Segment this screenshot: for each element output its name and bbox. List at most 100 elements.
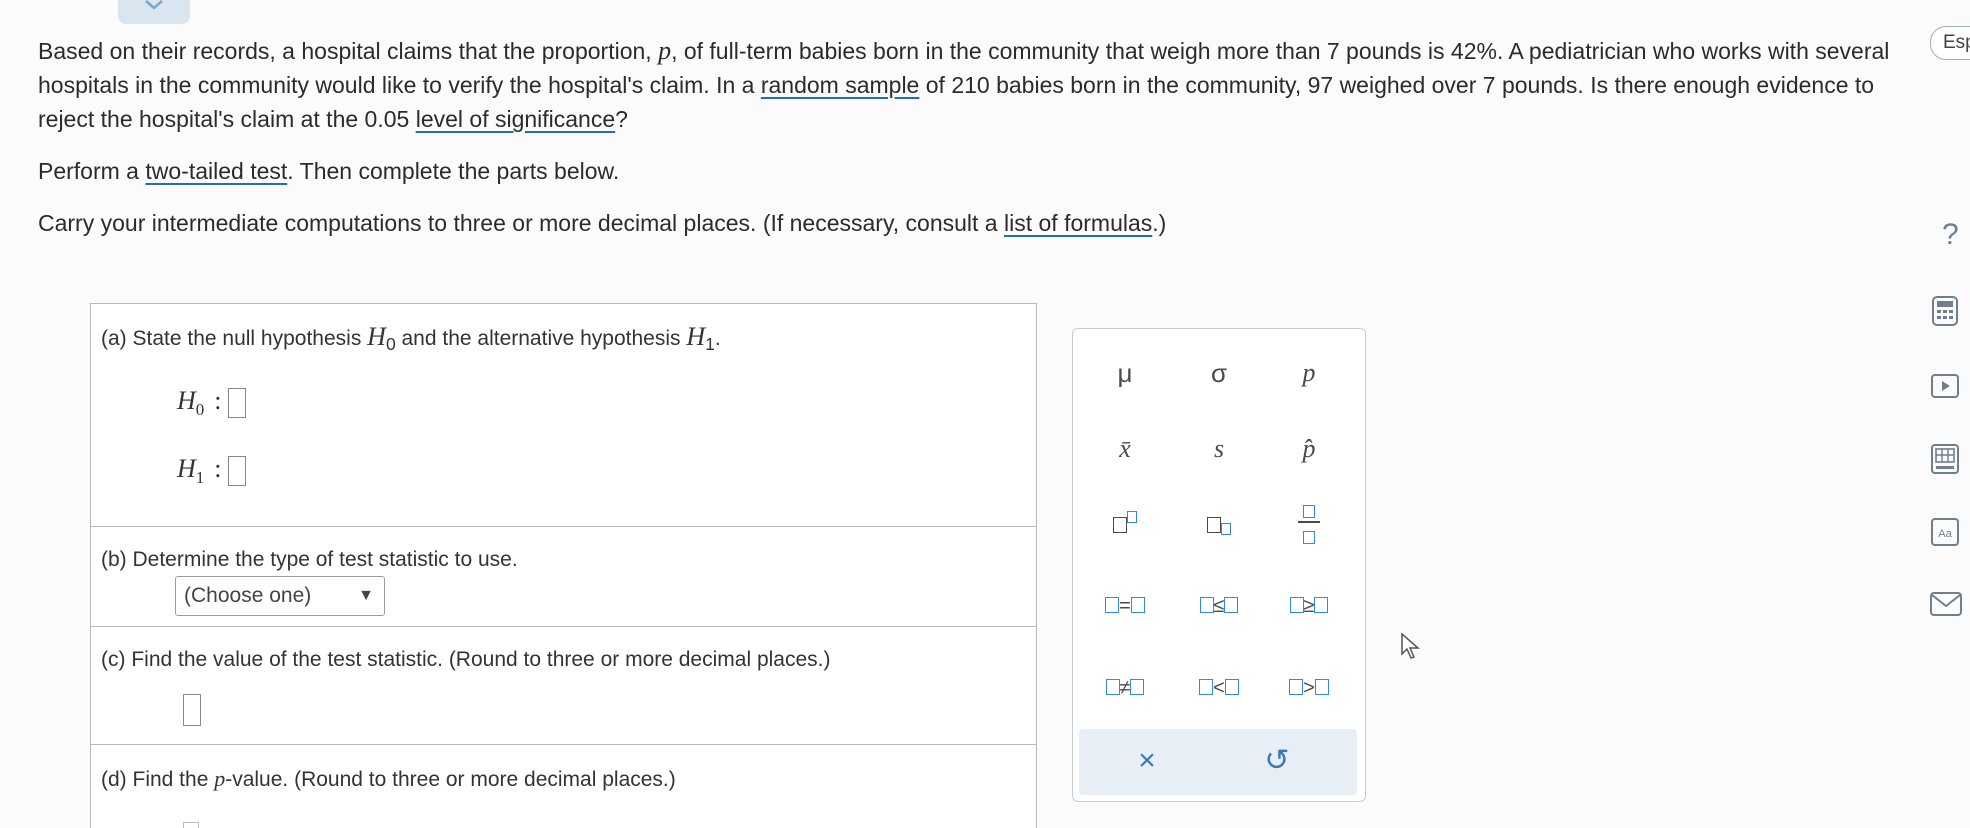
p-value-input[interactable] (183, 822, 199, 828)
video-button[interactable] (1930, 374, 1960, 404)
sigma-button[interactable]: σ (1179, 347, 1259, 399)
random-sample-link[interactable]: random sample (761, 72, 920, 98)
collapse-tab[interactable] (118, 0, 190, 24)
greater-than-button[interactable]: > (1269, 659, 1349, 711)
null-hypothesis-row: H0: (177, 386, 246, 420)
select-value: (Choose one) (184, 584, 312, 607)
part-b: (b) Determine the type of test statistic… (91, 526, 1036, 627)
x-bar-button[interactable]: x̄ (1085, 423, 1165, 475)
close-icon: × (1138, 744, 1156, 777)
superscript-box-icon (1127, 511, 1137, 523)
svg-text:Aa: Aa (1938, 528, 1952, 540)
x-bar-symbol: x̄ (1119, 434, 1131, 463)
mouse-cursor-icon (1400, 632, 1422, 665)
problem-text: Based on their records, a hospital claim… (38, 38, 659, 64)
greater-equal-symbol: ≥ (1303, 595, 1315, 617)
table-icon (1931, 444, 1959, 474)
part-a-label: (a) State the null hypothesis H0 and the… (101, 322, 721, 355)
text-size-icon: Aa (1931, 518, 1959, 546)
palette-footer: × ↺ (1079, 729, 1357, 795)
h0-label-subscript: 0 (195, 400, 205, 420)
less-equal-button[interactable]: ≤ (1179, 577, 1259, 629)
subscript-button[interactable] (1179, 497, 1259, 549)
instruction-paragraph: Perform a two-tailed test. Then complete… (38, 154, 1918, 188)
message-button[interactable] (1930, 592, 1962, 622)
null-hypothesis-input[interactable] (227, 388, 246, 419)
instruction-text: Perform a (38, 158, 146, 184)
h0-subscript: 0 (385, 334, 396, 355)
fraction-button[interactable] (1269, 491, 1349, 551)
play-icon (1931, 374, 1959, 398)
mu-symbol: μ (1117, 358, 1133, 388)
p-hat-symbol: p̂ (1302, 434, 1316, 463)
p-hat-button[interactable]: p̂ (1269, 423, 1349, 475)
equals-button[interactable]: = (1085, 577, 1165, 629)
numerator-box-icon (1269, 499, 1349, 519)
s-symbol: s (1213, 434, 1225, 463)
base-box-icon (1113, 517, 1127, 534)
less-than-button[interactable]: < (1179, 659, 1259, 711)
test-statistic-input[interactable] (183, 694, 201, 726)
alternative-hypothesis-input[interactable] (227, 456, 246, 487)
proportion-variable: p (658, 36, 672, 65)
alternative-hypothesis-row: H1: (177, 454, 246, 488)
subscript-box-icon (1221, 523, 1231, 535)
glossary-button[interactable]: Aa (1930, 518, 1960, 548)
part-a-text: and the alternative hypothesis (395, 327, 687, 350)
colon: : (214, 386, 222, 415)
instruction-text: . Then complete the parts below. (287, 158, 620, 184)
part-a: (a) State the null hypothesis H0 and the… (91, 304, 1036, 527)
rounding-text: .) (1152, 210, 1167, 236)
sigma-symbol: σ (1210, 358, 1228, 388)
less-equal-symbol: ≤ (1213, 595, 1225, 617)
h1-label-subscript: 1 (195, 468, 205, 488)
question-box: (a) State the null hypothesis H0 and the… (90, 303, 1037, 828)
clear-button[interactable]: × (1107, 735, 1187, 787)
s-button[interactable]: s (1179, 423, 1259, 475)
part-b-label: (b) Determine the type of test statistic… (101, 548, 518, 571)
h1-label: H (177, 454, 196, 483)
level-of-significance-link[interactable]: level of significance (416, 106, 615, 132)
data-table-button[interactable] (1930, 444, 1960, 474)
calculator-icon (1932, 296, 1958, 326)
greater-equal-button[interactable]: ≥ (1269, 577, 1349, 629)
calculator-button[interactable] (1930, 296, 1960, 326)
equals-symbol: = (1119, 595, 1131, 617)
dropdown-arrow-icon: ▼ (358, 587, 374, 604)
superscript-button[interactable] (1085, 497, 1165, 549)
h0-label: H (177, 386, 196, 415)
problem-paragraph: Based on their records, a hospital claim… (38, 34, 1918, 136)
rounding-text: Carry your intermediate computations to … (38, 210, 1004, 236)
problem-text: ? (615, 106, 628, 132)
colon: : (214, 454, 222, 483)
part-d: (d) Find the p-value. (Round to three or… (91, 744, 1036, 828)
mu-button[interactable]: μ (1085, 347, 1165, 399)
fraction-bar-icon (1298, 521, 1320, 523)
rounding-paragraph: Carry your intermediate computations to … (38, 206, 1918, 240)
h0-symbol: H (367, 322, 386, 351)
chevron-down-icon (145, 0, 163, 10)
part-a-text: (a) State the null hypothesis (101, 327, 368, 350)
greater-than-symbol: > (1303, 677, 1315, 699)
undo-icon: ↺ (1264, 744, 1290, 777)
problem-statement: Based on their records, a hospital claim… (38, 34, 1918, 240)
symbol-palette: μ σ p x̄ s p̂ = ≤ ≥ ≠ < > × ↺ (1072, 328, 1366, 802)
p-variable: p (214, 766, 226, 791)
mail-icon (1930, 592, 1962, 616)
right-toolbar: Aa (1920, 0, 1970, 828)
less-than-symbol: < (1213, 677, 1225, 699)
part-c: (c) Find the value of the test statistic… (91, 626, 1036, 745)
h1-symbol: H (686, 322, 706, 351)
part-d-text: -value. (Round to three or more decimal … (225, 768, 676, 791)
not-equal-symbol: ≠ (1119, 677, 1131, 699)
not-equal-button[interactable]: ≠ (1085, 659, 1165, 711)
undo-button[interactable]: ↺ (1237, 735, 1317, 787)
part-d-label: (d) Find the p-value. (Round to three or… (101, 766, 676, 792)
two-tailed-test-link[interactable]: two-tailed test (145, 158, 287, 184)
denominator-box-icon (1269, 525, 1349, 545)
p-button[interactable]: p (1269, 347, 1349, 399)
list-of-formulas-link[interactable]: list of formulas (1004, 210, 1152, 236)
page: Based on their records, a hospital claim… (0, 0, 1970, 828)
test-statistic-select[interactable]: (Choose one) ▼ (175, 576, 385, 616)
p-symbol: p (1302, 358, 1316, 387)
